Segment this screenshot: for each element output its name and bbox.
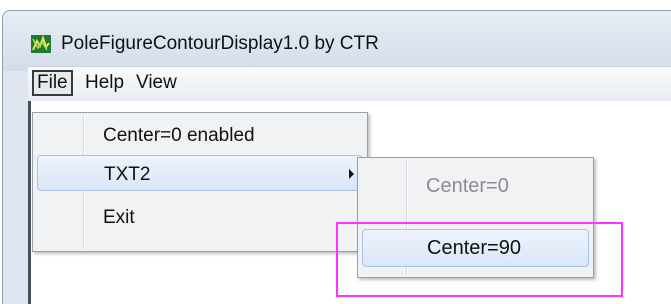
window-title: PoleFigureContourDisplay1.0 by CTR xyxy=(61,33,379,54)
menu-item-label: Center=0 enabled xyxy=(103,125,255,146)
app-chart-icon xyxy=(31,35,51,53)
submenu-item-center0[interactable]: Center=0 xyxy=(362,167,589,205)
menu-view[interactable]: View xyxy=(133,70,180,96)
menu-item-label: Exit xyxy=(103,207,135,228)
submenu-item-center90[interactable]: Center=90 xyxy=(362,229,589,267)
txt2-submenu: Center=0 Center=90 xyxy=(357,157,594,278)
menu-file[interactable]: File xyxy=(32,70,73,96)
file-dropdown-menu: Center=0 enabled TXT2 Exit xyxy=(32,112,368,252)
menu-help[interactable]: Help xyxy=(82,70,127,96)
title-bar[interactable]: PoleFigureContourDisplay1.0 by CTR xyxy=(3,11,671,71)
menu-item-exit[interactable]: Exit xyxy=(37,203,363,239)
menu-bar: File Help View xyxy=(28,66,671,101)
menu-item-label: TXT2 xyxy=(104,164,151,185)
submenu-item-label: Center=90 xyxy=(427,237,521,259)
menu-item-center0-enabled[interactable]: Center=0 enabled xyxy=(37,117,363,153)
submenu-arrow-icon xyxy=(349,169,354,179)
submenu-item-label: Center=0 xyxy=(426,175,509,197)
menu-item-txt2[interactable]: TXT2 xyxy=(37,155,363,191)
